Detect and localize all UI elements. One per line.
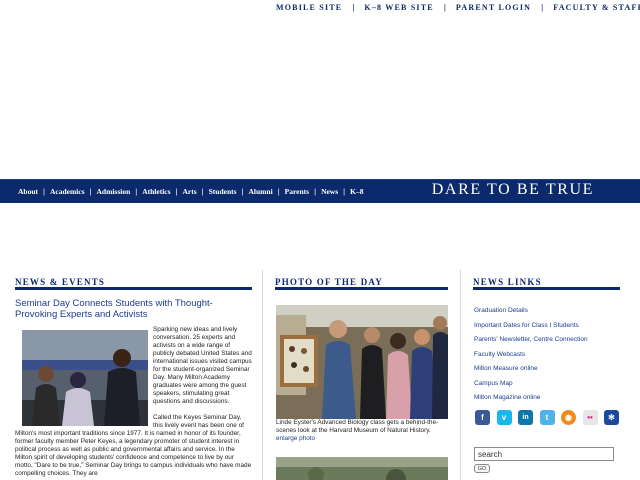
linkedin-icon[interactable]: in: [518, 410, 533, 425]
k8-website-link[interactable]: K–8 WEB SITE: [364, 3, 433, 12]
search-input[interactable]: [474, 447, 614, 461]
nav-students[interactable]: Students: [209, 187, 237, 196]
photo-of-day-title: PHOTO OF THE DAY: [275, 277, 383, 287]
nav-parents[interactable]: Parents: [285, 187, 309, 196]
separator: |: [443, 2, 446, 12]
news-links-heading: NEWS LINKS: [473, 272, 620, 290]
nav-admission[interactable]: Admission: [97, 187, 131, 196]
twitter-icon[interactable]: t: [539, 410, 555, 425]
photo-of-the-day[interactable]: [276, 305, 448, 419]
faculty-staff-link[interactable]: FACULTY & STAFF: [553, 3, 640, 12]
news-links-list: Graduation Details Important Dates for C…: [474, 304, 624, 406]
separator: |: [277, 186, 280, 196]
news-link-milton-magazine[interactable]: Milton Magazine online: [474, 391, 624, 406]
nav-arts[interactable]: Arts: [183, 187, 197, 196]
second-photo[interactable]: [276, 457, 448, 480]
news-events-title: NEWS & EVENTS: [15, 277, 106, 287]
separator: |: [89, 186, 92, 196]
separator: |: [175, 186, 178, 196]
nav-k8[interactable]: K–8: [350, 187, 363, 196]
main-nav-bar: About | Academics | Admission | Athletic…: [0, 179, 640, 203]
news-link-graduation[interactable]: Graduation Details: [474, 304, 624, 319]
separator: |: [43, 186, 45, 196]
news-link-parents-newsletter[interactable]: Parents' Newsletter, Centre Connection: [474, 333, 624, 348]
news-events-heading: NEWS & EVENTS: [15, 272, 252, 290]
nav-academics[interactable]: Academics: [50, 187, 85, 196]
parent-login-link[interactable]: PARENT LOGIN: [456, 3, 531, 12]
mobile-site-link[interactable]: MOBILE SITE: [276, 3, 342, 12]
nav-alumni[interactable]: Alumni: [249, 187, 273, 196]
main-nav: About | Academics | Admission | Athletic…: [18, 180, 363, 202]
flickr-icon[interactable]: ••: [582, 410, 598, 425]
news-link-faculty-webcasts[interactable]: Faculty Webcasts: [474, 348, 624, 363]
news-links-title: NEWS LINKS: [473, 277, 542, 287]
search-go-button[interactable]: GO: [474, 464, 490, 473]
social-icons: f v in t ◉ •• ✻: [475, 410, 626, 425]
nav-athletics[interactable]: Athletics: [142, 187, 170, 196]
nav-news[interactable]: News: [321, 187, 338, 196]
separator: |: [241, 186, 244, 196]
enlarge-photo-link[interactable]: enlarge photo: [276, 435, 315, 442]
separator: |: [352, 2, 355, 12]
vimeo-icon[interactable]: v: [496, 410, 512, 425]
rss-icon[interactable]: ◉: [561, 410, 576, 425]
utility-links: MOBILE SITE | K–8 WEB SITE | PARENT LOGI…: [276, 0, 640, 14]
nav-about[interactable]: About: [18, 187, 38, 196]
separator: |: [343, 186, 346, 196]
separator: |: [314, 186, 317, 196]
news-headline-link[interactable]: Seminar Day Connects Students with Thoug…: [15, 298, 247, 320]
separator: |: [541, 2, 544, 12]
photo-of-day-heading: PHOTO OF THE DAY: [275, 272, 448, 290]
column-divider: [460, 270, 461, 480]
column-divider: [262, 270, 263, 480]
facebook-icon[interactable]: f: [475, 410, 490, 425]
seminar-day-photo: [22, 330, 148, 426]
news-link-important-dates[interactable]: Important Dates for Class I Students: [474, 319, 624, 334]
news-link-campus-map[interactable]: Campus Map: [474, 377, 624, 392]
news-link-milton-measure[interactable]: Milton Measure online: [474, 362, 624, 377]
motto-tagline: DARE TO BE TRUE: [431, 181, 594, 198]
separator: |: [135, 186, 138, 196]
snowflake-icon[interactable]: ✻: [604, 410, 619, 425]
photo-caption: Linde Eyster's Advanced Biology class ge…: [276, 419, 439, 434]
separator: |: [201, 186, 204, 196]
